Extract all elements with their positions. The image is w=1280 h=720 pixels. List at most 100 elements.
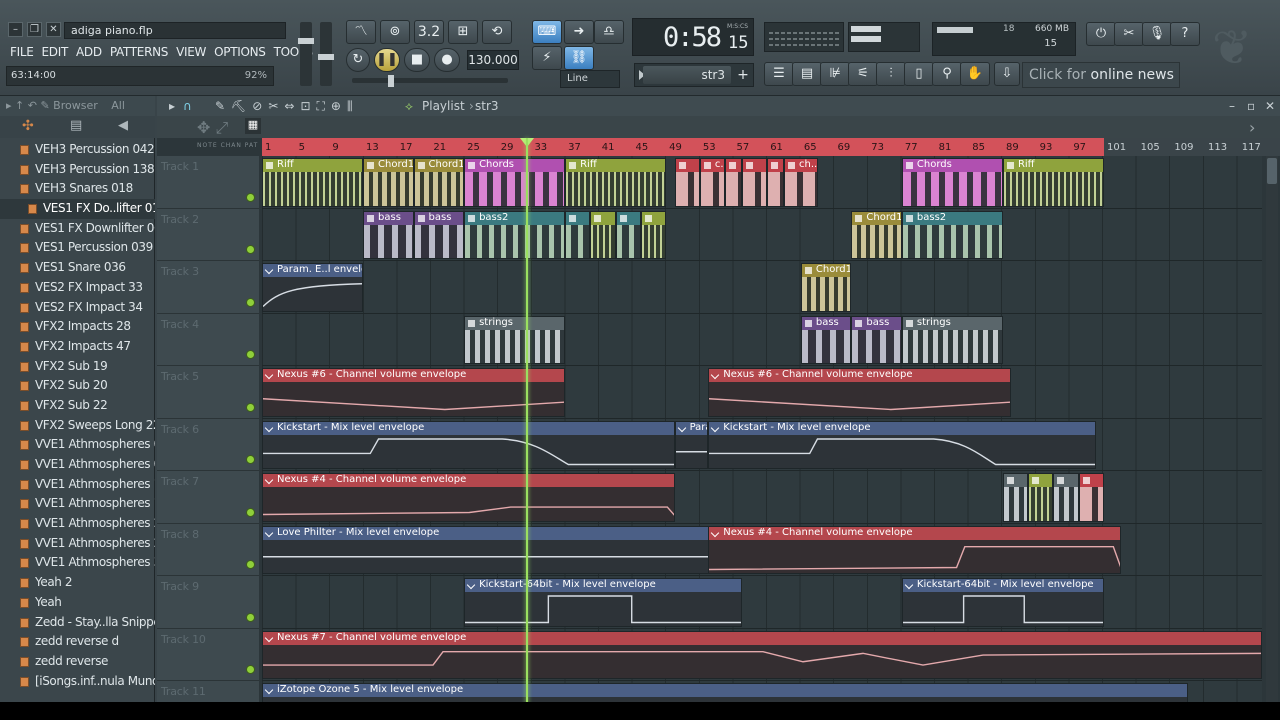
arrangement-grid[interactable]: RiffChord1Chord1ChordsRiffc..s2ch..s2Cho… xyxy=(262,156,1262,720)
speaker-icon[interactable]: ◀ xyxy=(118,118,128,133)
pattern-clip[interactable] xyxy=(590,210,616,259)
playlist-arrow-icon[interactable]: ▸ xyxy=(169,96,175,116)
stop-button[interactable]: ■ xyxy=(404,48,430,72)
pattern-clip[interactable] xyxy=(741,158,768,207)
track-header[interactable]: Track 4 xyxy=(157,314,259,366)
channel-rack-icon[interactable]: ▤ xyxy=(792,62,822,86)
time-display[interactable]: 0:58 15 M:S:CS xyxy=(632,18,754,56)
track-header[interactable]: Track 8 xyxy=(157,524,259,576)
pattern-clip[interactable] xyxy=(615,210,641,259)
track-header[interactable]: Track 2 xyxy=(157,209,259,261)
pattern-song-toggle-icon[interactable]: ↻ xyxy=(346,48,370,72)
pattern-clip[interactable]: bass xyxy=(413,210,465,259)
automation-clip[interactable]: Kickstart - Mix level envelope xyxy=(708,420,1096,469)
browser-item[interactable]: VVE1 Athmospheres 34 xyxy=(0,553,155,573)
master-volume-slider[interactable] xyxy=(300,22,312,86)
master-volume-handle[interactable] xyxy=(298,38,314,44)
automation-clip[interactable]: Nexus #6 - Channel volume envelope xyxy=(708,368,1012,417)
browser-item[interactable]: VEH3 Snares 018 xyxy=(0,179,155,199)
online-news-button[interactable]: Click for online news xyxy=(1022,62,1180,88)
vertical-scroll-thumb[interactable] xyxy=(1267,158,1277,184)
playlist-toggle-icon[interactable]: ⟡ xyxy=(405,96,413,116)
pattern-clip[interactable]: Riff xyxy=(1002,158,1104,207)
pattern-clip[interactable]: Chords xyxy=(464,158,566,207)
sliders-icon[interactable]: ⫶ xyxy=(876,62,906,86)
browser-item[interactable]: Zedd - Stay..lla Snippet] xyxy=(0,613,155,633)
track-mute-led[interactable] xyxy=(246,612,255,622)
microphone-icon[interactable]: 🎙 xyxy=(1142,22,1172,46)
timeline-ruler[interactable]: 1 5 9 13 17 21 25 29 33 37 41 45 49 53 57 61 65 69 73 77 81 8… xyxy=(262,138,1280,156)
arrow-right-icon[interactable]: ➜ xyxy=(564,20,594,44)
help-icon[interactable]: ? xyxy=(1170,22,1200,46)
browser-item[interactable]: Yeah xyxy=(0,593,155,613)
song-position-slider[interactable] xyxy=(352,78,508,83)
browser-item[interactable]: VES2 FX Impact 33 xyxy=(0,278,155,298)
pattern-clip[interactable] xyxy=(725,158,742,207)
menu-options[interactable]: OPTIONS xyxy=(210,43,270,61)
browser-item[interactable]: VVE1 Athmospheres 18 xyxy=(0,475,155,495)
pattern-clip[interactable] xyxy=(565,210,591,259)
menu-edit[interactable]: EDIT xyxy=(38,43,73,61)
browser-item[interactable]: zedd reverse xyxy=(0,652,155,672)
minimize-icon[interactable]: – xyxy=(8,22,23,37)
browser-item[interactable]: VES2 FX Impact 34 xyxy=(0,298,155,318)
automation-clip[interactable]: Kickstart - Mix level envelope xyxy=(262,420,675,469)
add-pattern-icon[interactable]: + xyxy=(735,66,751,84)
menu-patterns[interactable]: PATTERNS xyxy=(106,43,172,61)
pattern-clip[interactable] xyxy=(674,158,700,207)
pattern-clip[interactable]: ch..s2 xyxy=(784,158,818,207)
mixer-icon[interactable]: ⚟ xyxy=(848,62,878,86)
browser-item[interactable]: VES1 FX Downlifter 065 xyxy=(0,219,155,239)
window-minimize-icon[interactable]: – xyxy=(1229,96,1235,116)
pattern-selector[interactable]: str3 + xyxy=(634,63,754,87)
browser-item[interactable]: VFX2 Sweeps Long 22 xyxy=(0,416,155,436)
browser-item[interactable]: VES1 FX Do..lifter 016 xyxy=(0,199,155,219)
track-header[interactable]: Track 10 xyxy=(157,629,259,681)
pattern-clip[interactable]: strings xyxy=(901,315,1003,364)
pattern-clip[interactable]: c..s2 xyxy=(699,158,726,207)
scroll-right-icon[interactable]: › xyxy=(1249,118,1255,137)
menu-add[interactable]: ADD xyxy=(72,43,106,61)
browser-item[interactable]: [iSongs.inf..nula Munde xyxy=(0,672,155,692)
vertical-scrollbar[interactable] xyxy=(1266,156,1278,720)
pattern-clip[interactable] xyxy=(1053,473,1079,522)
track-mute-led[interactable] xyxy=(246,402,255,412)
browser-item[interactable]: VEH3 Percussion 042 xyxy=(0,140,155,160)
pattern-clip[interactable] xyxy=(1078,473,1104,522)
track-header[interactable]: Track 7 xyxy=(157,471,259,524)
browser-item[interactable]: VVE1 Athmospheres 19 xyxy=(0,494,155,514)
automation-clip[interactable]: Nexus #6 - Channel volume envelope xyxy=(262,368,566,417)
browser-item[interactable]: VEH3 Percussion 138 xyxy=(0,160,155,180)
browser-item[interactable]: VES1 Percussion 039 xyxy=(0,238,155,258)
file-icon[interactable]: ▤ xyxy=(70,118,82,133)
track-mute-led[interactable] xyxy=(246,192,255,202)
automation-clip[interactable]: Kickstart-64bit - Mix level envelope xyxy=(901,578,1104,627)
automation-clip[interactable]: Kickstart-64bit - Mix level envelope xyxy=(464,578,742,627)
countdown-button[interactable]: 3.2 xyxy=(414,20,444,44)
pattern-clip[interactable]: bass xyxy=(363,210,414,259)
browser-item[interactable]: VVE1 Athmospheres 02 xyxy=(0,455,155,475)
master-pitch-handle[interactable] xyxy=(318,54,334,60)
pattern-name[interactable]: str3 xyxy=(643,66,731,84)
grid-icon[interactable]: ▦ xyxy=(245,118,261,134)
menu-file[interactable]: FILE xyxy=(6,43,38,61)
track-header[interactable]: Track 6 xyxy=(157,419,259,471)
browser-filter[interactable]: All xyxy=(111,99,125,112)
track-header[interactable]: Track 5 xyxy=(157,366,259,419)
browser-item[interactable]: VVE1 Athmospheres 23 xyxy=(0,534,155,554)
magic-wand-icon[interactable]: ⚡ xyxy=(532,46,562,70)
window-close-icon[interactable]: ✕ xyxy=(1265,96,1275,116)
pattern-clip[interactable]: bass2 xyxy=(901,210,1003,259)
track-mute-led[interactable] xyxy=(246,560,255,569)
pattern-clip[interactable]: Chord1 xyxy=(413,158,465,207)
wait-input-icon[interactable]: ⊚ xyxy=(380,20,410,44)
pattern-clip[interactable] xyxy=(767,158,785,207)
automation-clip[interactable]: Param. E..l envelope xyxy=(262,263,364,312)
menu-view[interactable]: VIEW xyxy=(172,43,210,61)
pattern-clip[interactable]: Chord1 xyxy=(800,263,852,312)
step-edit-icon[interactable]: ⊞ xyxy=(448,20,478,44)
pattern-clip[interactable]: Chords xyxy=(901,158,1003,207)
record-button[interactable]: ● xyxy=(434,48,460,72)
playlist-view-icon[interactable]: ☰ xyxy=(764,62,794,86)
browser-item[interactable]: VFX2 Impacts 28 xyxy=(0,317,155,337)
